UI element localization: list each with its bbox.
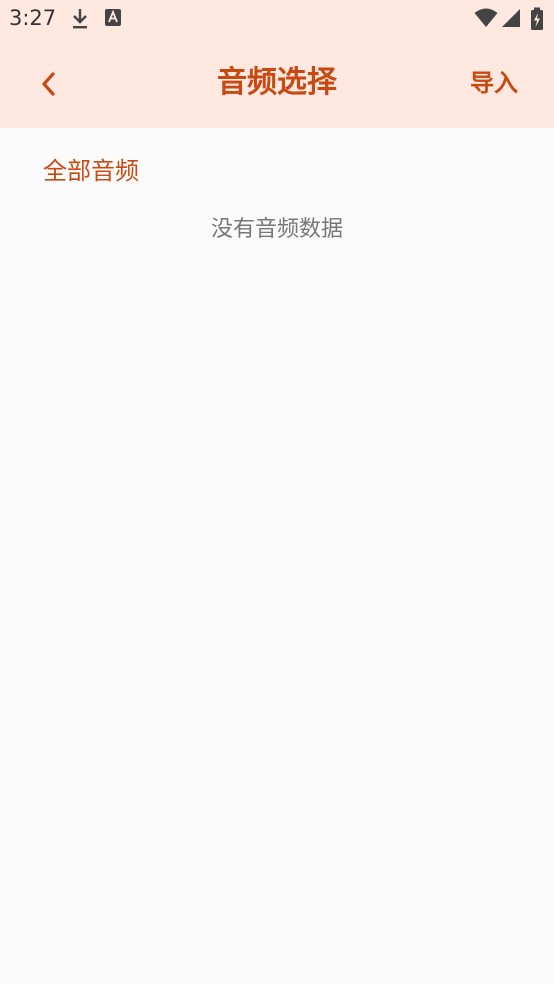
app-bar: 音频选择 导入 bbox=[0, 38, 554, 128]
wifi-icon bbox=[474, 8, 498, 27]
battery-charging-icon bbox=[531, 7, 543, 30]
download-icon bbox=[73, 9, 87, 29]
header-background: 3:27 音频选择 导入 bbox=[0, 0, 554, 128]
status-time: 3:27 bbox=[9, 6, 57, 30]
empty-state-message: 没有音频数据 bbox=[210, 217, 343, 242]
import-button[interactable]: 导入 bbox=[470, 66, 518, 100]
text-a-icon bbox=[105, 9, 121, 26]
status-bar: 3:27 bbox=[0, 0, 554, 38]
signal-icon bbox=[502, 9, 520, 27]
section-label-all-audio[interactable]: 全部音频 bbox=[43, 154, 139, 188]
